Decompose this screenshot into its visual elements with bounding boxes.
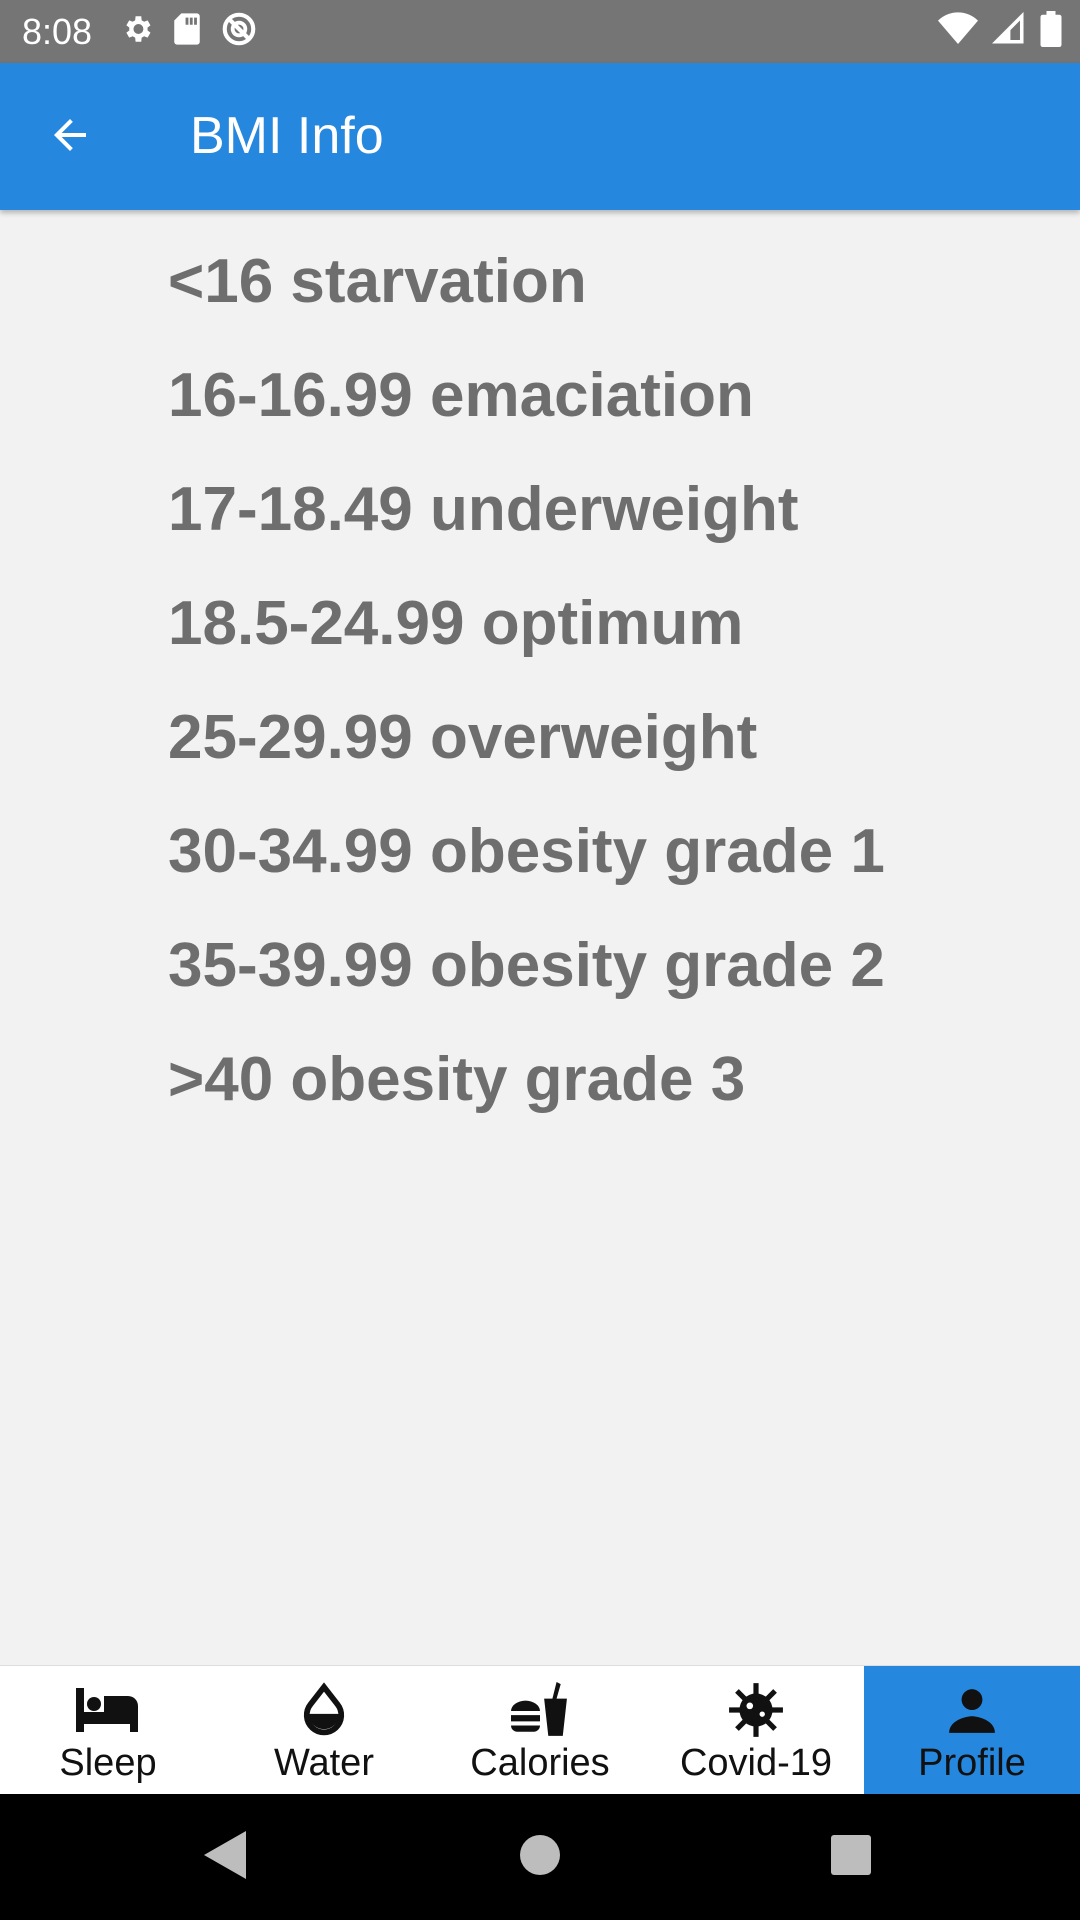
status-time: 8:08 <box>22 10 93 52</box>
bmi-range-optimum: 18.5-24.99 optimum <box>168 589 744 658</box>
bed-icon <box>76 1680 140 1740</box>
nav-tab-covid[interactable]: Covid-19 <box>648 1666 864 1795</box>
nav-label-water: Water <box>274 1742 374 1784</box>
person-icon <box>947 1680 997 1740</box>
sd-card-icon <box>172 12 202 51</box>
bmi-range-obesity-3: >40 obesity grade 3 <box>168 1045 746 1114</box>
system-home-button[interactable] <box>477 1794 603 1920</box>
app-bar: BMI Info <box>0 63 1080 210</box>
nav-label-sleep: Sleep <box>59 1742 157 1784</box>
nav-tab-sleep[interactable]: Sleep <box>0 1666 216 1795</box>
status-bar: 8:08 <box>0 0 1080 63</box>
back-triangle-icon <box>204 1830 248 1884</box>
bmi-range-starvation: <16 starvation <box>168 247 587 316</box>
status-left-icons <box>120 10 258 53</box>
nav-tab-profile[interactable]: Profile <box>864 1666 1080 1795</box>
system-recents-button[interactable] <box>788 1794 914 1920</box>
recents-square-icon <box>831 1834 871 1880</box>
back-button[interactable] <box>40 107 100 167</box>
nav-label-profile: Profile <box>918 1742 1026 1784</box>
settings-icon <box>120 12 154 51</box>
bottom-navigation: Sleep Water Calories Covid-19 Profile <box>0 1665 1080 1795</box>
page-title: BMI Info <box>190 107 384 165</box>
home-circle-icon <box>520 1834 560 1880</box>
virus-icon <box>727 1680 785 1740</box>
system-back-button[interactable] <box>163 1794 289 1920</box>
bmi-range-list: <16 starvation 16-16.99 emaciation 17-18… <box>168 230 885 1142</box>
bmi-range-obesity-2: 35-39.99 obesity grade 2 <box>168 931 885 1000</box>
system-navigation-bar <box>0 1794 1080 1920</box>
bmi-range-overweight: 25-29.99 overweight <box>168 703 758 772</box>
bmi-range-obesity-1: 30-34.99 obesity grade 1 <box>168 817 885 886</box>
water-drop-icon <box>301 1680 347 1740</box>
bmi-range-underweight: 17-18.49 underweight <box>168 475 799 544</box>
wifi-icon <box>938 12 978 51</box>
signal-icon <box>991 11 1026 51</box>
nav-tab-calories[interactable]: Calories <box>432 1666 648 1795</box>
nav-label-covid: Covid-19 <box>679 1742 833 1784</box>
nav-tab-water[interactable]: Water <box>216 1666 432 1795</box>
battery-icon <box>1040 11 1062 52</box>
status-right-icons <box>938 0 1062 63</box>
vpn-icon <box>220 10 258 53</box>
bmi-range-emaciation: 16-16.99 emaciation <box>168 361 754 430</box>
fastfood-icon <box>511 1680 569 1740</box>
nav-label-calories: Calories <box>470 1742 610 1784</box>
arrow-back-icon <box>46 111 94 164</box>
